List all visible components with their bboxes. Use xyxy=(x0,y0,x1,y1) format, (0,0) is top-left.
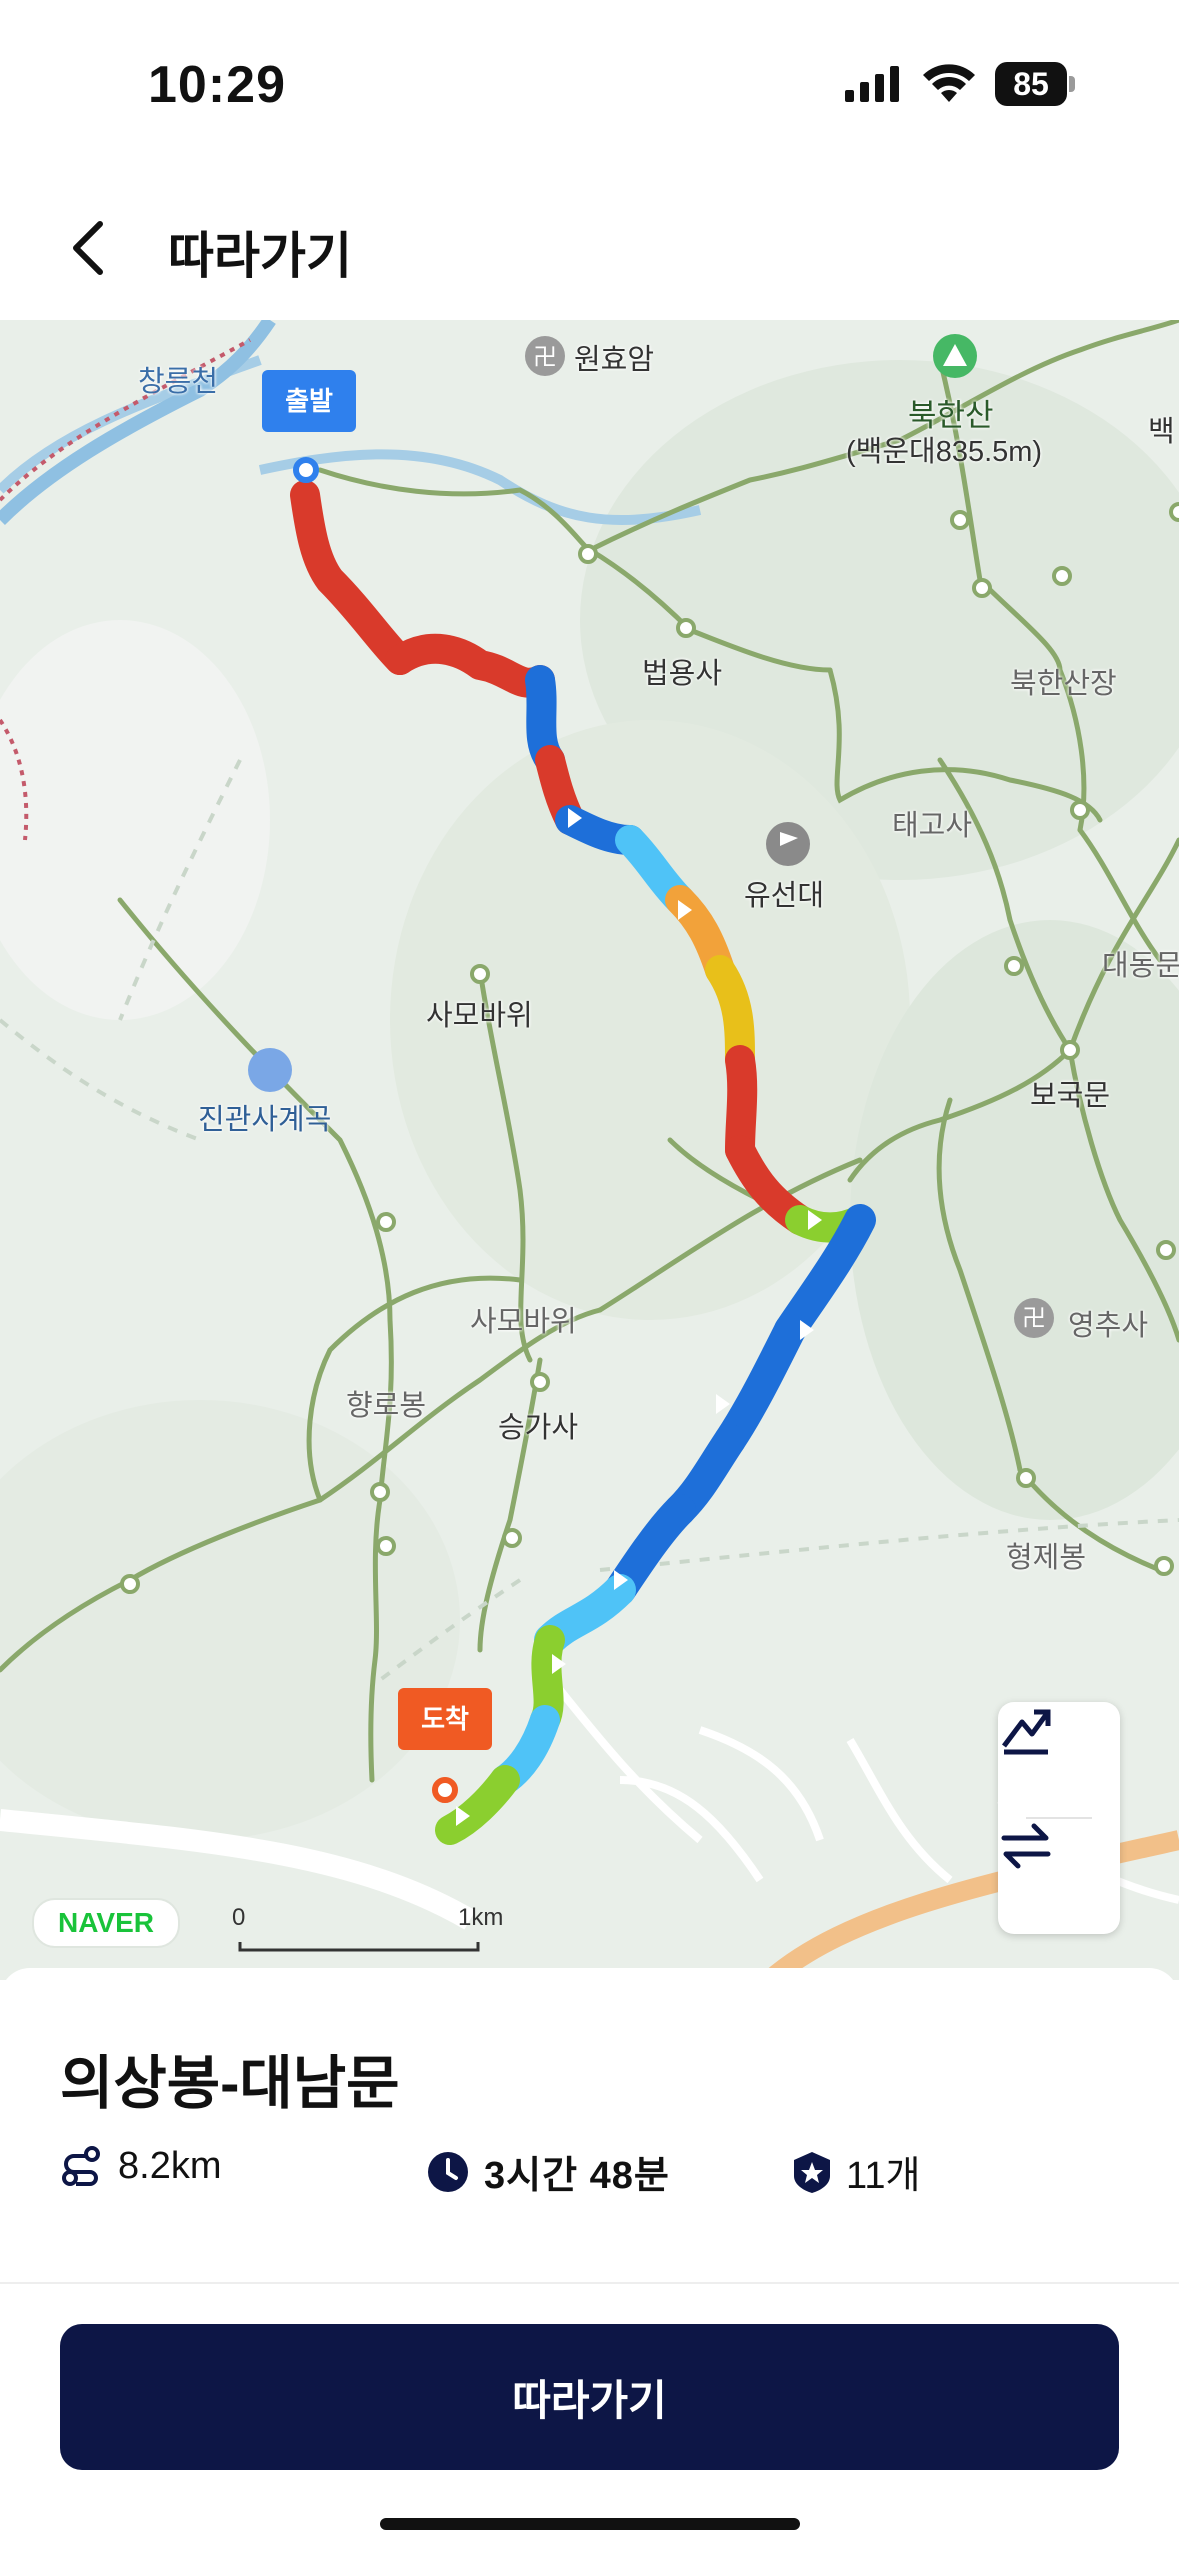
landmark-flag-icon xyxy=(766,822,810,866)
duration-value: 3시간 48분 xyxy=(484,2155,670,2197)
badge-count-stat: 11개 xyxy=(792,2144,920,2199)
page-title: 따라가기 xyxy=(168,228,352,284)
svg-text:卍: 卍 xyxy=(1022,1304,1046,1332)
place-label: 북한산장 xyxy=(1010,668,1117,700)
start-marker: 출발 xyxy=(262,370,356,432)
place-label: 법용사 xyxy=(642,658,723,690)
status-time: 10:29 xyxy=(148,56,286,114)
route-info-sheet: 의상봉-대남문 8.2km 3시간 48분 11개 따라가기 xyxy=(0,1968,1179,2556)
duration-stat: 3시간 48분 xyxy=(426,2144,670,2199)
naver-logo: NAVER xyxy=(32,1898,180,1948)
battery-icon: 85 xyxy=(995,62,1077,106)
scale-start-label: 0 xyxy=(232,1904,246,1931)
scale-bar xyxy=(238,1942,480,1952)
clock-icon xyxy=(428,2151,468,2192)
svg-text:卍: 卍 xyxy=(533,343,557,371)
place-label: 보국문 xyxy=(1030,1080,1111,1112)
back-arrow-icon[interactable] xyxy=(60,218,120,278)
battery-level: 85 xyxy=(995,62,1067,106)
wifi-icon xyxy=(923,64,975,102)
valley-icon xyxy=(248,1048,292,1092)
distance-stat: 8.2km xyxy=(60,2144,221,2188)
place-label: 대동문 xyxy=(1102,950,1179,982)
place-label: 형제봉 xyxy=(1006,1542,1087,1574)
place-label: 영추사 xyxy=(1068,1310,1149,1342)
place-label: 승가사 xyxy=(498,1412,579,1444)
start-point xyxy=(293,457,319,483)
end-point xyxy=(432,1777,458,1803)
follow-button[interactable]: 따라가기 xyxy=(60,2324,1119,2470)
reverse-route-button[interactable] xyxy=(998,1818,1120,1934)
place-label: 진관사계곡 xyxy=(198,1104,332,1136)
swap-arrows-icon xyxy=(1001,1823,1051,1869)
elevation-icon xyxy=(1002,1709,1051,1755)
route-name: 의상봉-대남문 xyxy=(60,2051,400,2116)
place-label: (백운대835.5m) xyxy=(846,436,1043,468)
place-label: 향로봉 xyxy=(346,1390,427,1422)
distance-value: 8.2km xyxy=(118,2144,222,2187)
divider xyxy=(0,2282,1179,2284)
map-controls xyxy=(998,1702,1120,1934)
place-label: 유선대 xyxy=(744,880,825,912)
end-marker: 도착 xyxy=(398,1688,492,1750)
cellular-signal-icon xyxy=(845,66,899,102)
place-label: 사모바위 xyxy=(426,1000,533,1032)
home-indicator xyxy=(380,2518,800,2530)
place-label: 원효암 xyxy=(574,344,655,376)
route-map[interactable]: 卍 卍 출발 도착 원효암 북한산 (백운대835.5m) 백 창릉천 법용사 … xyxy=(0,320,1179,1980)
place-label: 태고사 xyxy=(892,810,973,842)
place-label: 창릉천 xyxy=(138,366,219,398)
star-badge-icon xyxy=(794,2151,830,2193)
navigation-header: 따라가기 xyxy=(0,170,1179,320)
place-label: 사모바위 xyxy=(470,1306,577,1338)
status-bar: 10:29 85 xyxy=(0,0,1179,170)
badge-count-value: 11개 xyxy=(846,2155,921,2197)
place-label: 백 xyxy=(1148,416,1175,448)
route-distance-icon xyxy=(62,2146,100,2186)
scale-end-label: 1km xyxy=(458,1904,504,1931)
elevation-toggle-button[interactable] xyxy=(998,1702,1120,1818)
